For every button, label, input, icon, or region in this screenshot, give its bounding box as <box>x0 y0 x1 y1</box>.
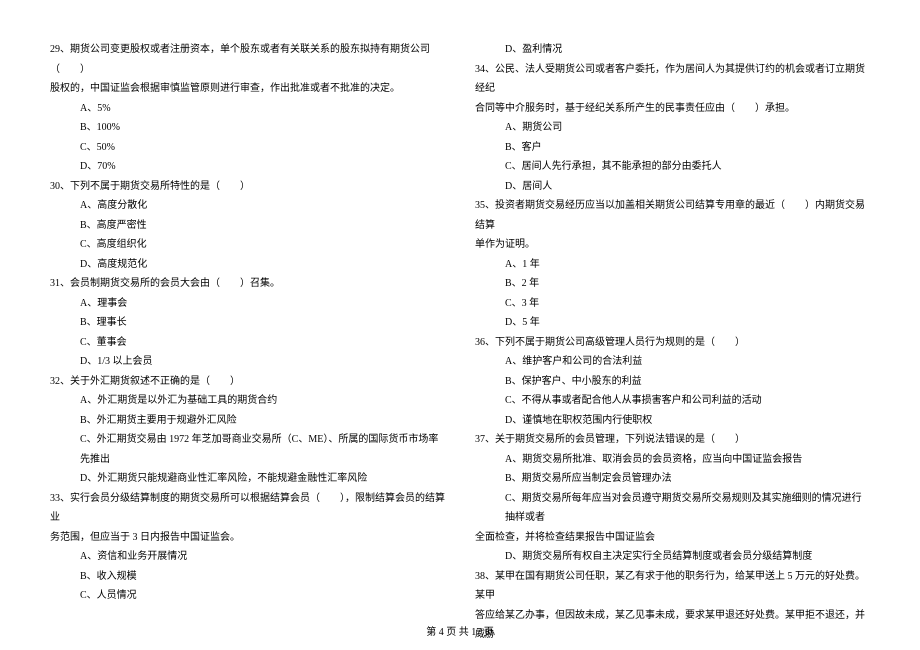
q29-line2: 股权的，中国证监会根据审慎监管原则进行审查，作出批准或者不批准的决定。 <box>50 79 445 99</box>
q29-opt-c: C、50% <box>50 138 445 158</box>
q37-opt-a: A、期货交易所批准、取消会员的会员资格，应当向中国证监会报告 <box>475 450 870 470</box>
q29-opt-d: D、70% <box>50 157 445 177</box>
q30-opt-a: A、高度分散化 <box>50 196 445 216</box>
q34-opt-b: B、客户 <box>475 138 870 158</box>
q37-opt-c: C、期货交易所每年应当对会员遵守期货交易所交易规则及其实施细则的情况进行抽样或者 <box>475 489 870 528</box>
document-columns: 29、期货公司变更股权或者注册资本，单个股东或者有关联关系的股东拟持有期货公司（… <box>50 40 870 645</box>
q36-opt-c: C、不得从事或者配合他人从事损害客户和公司利益的活动 <box>475 391 870 411</box>
q30-opt-d: D、高度规范化 <box>50 255 445 275</box>
q34-opt-c: C、居间人先行承担，其不能承担的部分由委托人 <box>475 157 870 177</box>
q33-opt-c: C、人员情况 <box>50 586 445 606</box>
left-column: 29、期货公司变更股权或者注册资本，单个股东或者有关联关系的股东拟持有期货公司（… <box>50 40 445 645</box>
page-footer: 第 4 页 共 17 页 <box>0 623 920 638</box>
q30-line1: 30、下列不属于期货交易所特性的是（ ） <box>50 177 445 197</box>
q37-opt-b: B、期货交易所应当制定会员管理办法 <box>475 469 870 489</box>
q36-opt-d: D、谨慎地在职权范围内行使职权 <box>475 411 870 431</box>
q35-opt-b: B、2 年 <box>475 274 870 294</box>
q30-opt-c: C、高度组织化 <box>50 235 445 255</box>
q31-opt-b: B、理事长 <box>50 313 445 333</box>
q37-opt-c2: 全面检查，并将检查结果报告中国证监会 <box>475 528 870 548</box>
q34-opt-d: D、居间人 <box>475 177 870 197</box>
q33-opt-d: D、盈利情况 <box>475 40 870 60</box>
q36-opt-b: B、保护客户、中小股东的利益 <box>475 372 870 392</box>
q32-line1: 32、关于外汇期货叙述不正确的是（ ） <box>50 372 445 392</box>
q31-opt-d: D、1/3 以上会员 <box>50 352 445 372</box>
q31-opt-a: A、理事会 <box>50 294 445 314</box>
q33-opt-b: B、收入规模 <box>50 567 445 587</box>
q32-opt-d: D、外汇期货只能规避商业性汇率风险，不能规避金融性汇率风险 <box>50 469 445 489</box>
q29-line1: 29、期货公司变更股权或者注册资本，单个股东或者有关联关系的股东拟持有期货公司（… <box>50 40 445 79</box>
q35-opt-a: A、1 年 <box>475 255 870 275</box>
q30-opt-b: B、高度严密性 <box>50 216 445 236</box>
q38-line1: 38、某甲在国有期货公司任职，某乙有求于他的职务行为，给某甲送上 5 万元的好处… <box>475 567 870 606</box>
q29-opt-b: B、100% <box>50 118 445 138</box>
q35-line2: 单作为证明。 <box>475 235 870 255</box>
q31-opt-c: C、董事会 <box>50 333 445 353</box>
q31-line1: 31、会员制期货交易所的会员大会由（ ）召集。 <box>50 274 445 294</box>
q32-opt-c: C、外汇期货交易由 1972 年芝加哥商业交易所（C、ME）、所属的国际货币市场… <box>50 430 445 469</box>
q36-opt-a: A、维护客户和公司的合法利益 <box>475 352 870 372</box>
q32-opt-a: A、外汇期货是以外汇为基础工具的期货合约 <box>50 391 445 411</box>
q37-opt-d: D、期货交易所有权自主决定实行全员结算制度或者会员分级结算制度 <box>475 547 870 567</box>
q34-line1: 34、公民、法人受期货公司或者客户委托，作为居间人为其提供订约的机会或者订立期货… <box>475 60 870 99</box>
q34-opt-a: A、期货公司 <box>475 118 870 138</box>
q33-opt-a: A、资信和业务开展情况 <box>50 547 445 567</box>
q35-opt-d: D、5 年 <box>475 313 870 333</box>
q35-line1: 35、投资者期货交易经历应当以加盖相关期货公司结算专用章的最近（ ）内期货交易结… <box>475 196 870 235</box>
q33-line2: 务范围，但应当于 3 日内报告中国证监会。 <box>50 528 445 548</box>
q37-line1: 37、关于期货交易所的会员管理，下列说法错误的是（ ） <box>475 430 870 450</box>
q35-opt-c: C、3 年 <box>475 294 870 314</box>
right-column: D、盈利情况 34、公民、法人受期货公司或者客户委托，作为居间人为其提供订约的机… <box>475 40 870 645</box>
q33-line1: 33、实行会员分级结算制度的期货交易所可以根据结算会员（ ），限制结算会员的结算… <box>50 489 445 528</box>
q36-line1: 36、下列不属于期货公司高级管理人员行为规则的是（ ） <box>475 333 870 353</box>
q32-opt-b: B、外汇期货主要用于规避外汇风险 <box>50 411 445 431</box>
q34-line2: 合同等中介服务时，基于经纪关系所产生的民事责任应由（ ）承担。 <box>475 99 870 119</box>
q29-opt-a: A、5% <box>50 99 445 119</box>
